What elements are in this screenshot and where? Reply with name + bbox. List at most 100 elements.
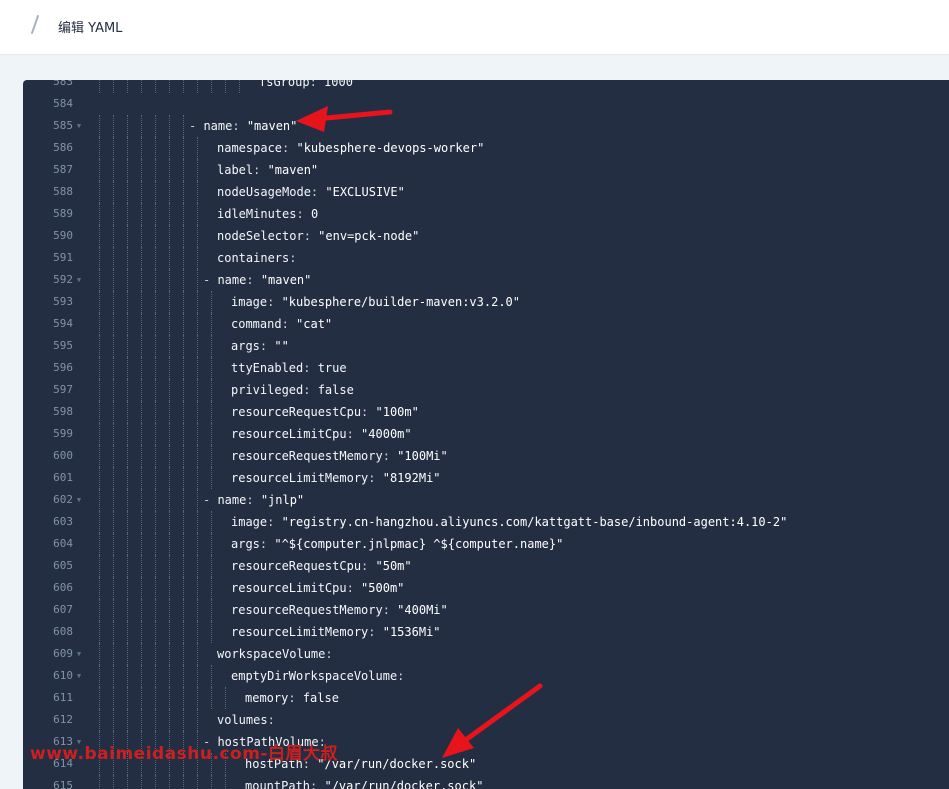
indent-guide: [113, 577, 114, 599]
indent-guide: [155, 445, 156, 467]
colon: :: [303, 383, 318, 397]
line-number: 596: [53, 361, 73, 374]
code-line[interactable]: 607 resourceRequestMemory: "400Mi": [23, 599, 949, 621]
code-line[interactable]: 608 resourceLimitMemory: "1536Mi": [23, 621, 949, 643]
code-line[interactable]: 610 ▼ emptyDirWorkspaceVolume:: [23, 665, 949, 687]
yaml-value: "": [274, 339, 289, 353]
list-dash: -: [203, 493, 218, 507]
code-line[interactable]: 593 image: "kubesphere/builder-maven:v3.2…: [23, 291, 949, 313]
code-line[interactable]: 591 containers:: [23, 247, 949, 269]
indent-guide: [113, 291, 114, 313]
code-line[interactable]: 588 nodeUsageMode: "EXCLUSIVE": [23, 181, 949, 203]
indent-guide: [127, 489, 128, 511]
indent-guide: [141, 489, 142, 511]
code-line[interactable]: 601 resourceLimitMemory: "8192Mi": [23, 467, 949, 489]
code-line[interactable]: 597 privileged: false: [23, 379, 949, 401]
code-line[interactable]: 606 resourceLimitCpu: "500m": [23, 577, 949, 599]
indent-guide: [197, 401, 198, 423]
colon: :: [259, 537, 275, 551]
fold-toggle-icon[interactable]: ▼: [75, 643, 83, 665]
indent-guide: [211, 401, 212, 423]
indent-guide: [155, 269, 156, 291]
code-line[interactable]: 602 ▼ - name: "jnlp": [23, 489, 949, 511]
indent-guide: [183, 247, 184, 269]
yaml-key: workspaceVolume: [217, 647, 326, 661]
code-text: ttyEnabled: true: [231, 357, 347, 379]
line-number: 597: [53, 383, 73, 396]
code-line[interactable]: 585 ▼ - name: "maven": [23, 115, 949, 137]
line-number: 609: [53, 647, 73, 660]
indent-guide: [127, 445, 128, 467]
indent-guide: [99, 709, 100, 731]
indent-guide: [169, 203, 170, 225]
code-line[interactable]: 599 resourceLimitCpu: "4000m": [23, 423, 949, 445]
fold-toggle-icon[interactable]: ▼: [75, 269, 83, 291]
colon: :: [259, 339, 275, 353]
code-line[interactable]: 600 resourceRequestMemory: "100Mi": [23, 445, 949, 467]
yaml-key: label: [217, 163, 254, 177]
indent-guide: [169, 467, 170, 489]
indent-guide: [155, 379, 156, 401]
indent-guide: [197, 599, 198, 621]
fold-toggle-icon[interactable]: ▼: [75, 489, 83, 511]
indent-guide: [169, 379, 170, 401]
code-line[interactable]: 609 ▼ workspaceVolume:: [23, 643, 949, 665]
indent-guide: [113, 181, 114, 203]
line-number: 586: [53, 141, 73, 154]
indent-guide: [183, 357, 184, 379]
colon: :: [267, 295, 282, 309]
indent-guide: [155, 313, 156, 335]
code-line[interactable]: 589 idleMinutes: 0: [23, 203, 949, 225]
code-line[interactable]: 604 args: "^${computer.jnlpmac} ^${comput…: [23, 533, 949, 555]
indent-guide: [169, 489, 170, 511]
indent-guide: [169, 511, 170, 533]
line-number: 592: [53, 273, 73, 286]
indent-guide: [113, 137, 114, 159]
code-line[interactable]: 611 memory: false: [23, 687, 949, 709]
code-line[interactable]: 595 args: "": [23, 335, 949, 357]
code-line[interactable]: 584: [23, 93, 949, 115]
code-line[interactable]: 603 image: "registry.cn-hangzhou.aliyuncs…: [23, 511, 949, 533]
indent-guide: [113, 533, 114, 555]
indent-guide: [99, 357, 100, 379]
colon: :: [296, 207, 311, 221]
indent-guide: [155, 80, 156, 93]
code-line[interactable]: 598 resourceRequestCpu: "100m": [23, 401, 949, 423]
indent-guide: [183, 621, 184, 643]
indent-guide: [113, 269, 114, 291]
indent-guide: [155, 401, 156, 423]
code-line[interactable]: 596 ttyEnabled: true: [23, 357, 949, 379]
code-text: resourceLimitMemory: "8192Mi": [231, 467, 441, 489]
indent-guide: [155, 665, 156, 687]
code-text: command: "cat": [231, 313, 332, 335]
code-line[interactable]: 592 ▼ - name: "maven": [23, 269, 949, 291]
colon: :: [267, 515, 282, 529]
code-line[interactable]: 587 label: "maven": [23, 159, 949, 181]
yaml-code-editor[interactable]: 583 fsGroup: 1000 584 585 ▼ - name: "maven" 58…: [23, 80, 949, 789]
indent-guide: [155, 203, 156, 225]
code-line[interactable]: 583 fsGroup: 1000: [23, 80, 949, 93]
indent-guide: [155, 775, 156, 789]
colon: :: [281, 317, 297, 331]
fold-toggle-icon[interactable]: ▼: [75, 115, 83, 137]
code-line[interactable]: 586 namespace: "kubesphere-devops-worker": [23, 137, 949, 159]
indent-guide: [169, 291, 170, 313]
yaml-key: resourceLimitCpu: [231, 427, 347, 441]
code-line[interactable]: 612 volumes:: [23, 709, 949, 731]
code-line[interactable]: 590 nodeSelector: "env=pck-node": [23, 225, 949, 247]
fold-toggle-icon[interactable]: ▼: [75, 665, 83, 687]
yaml-value: "env=pck-node": [318, 229, 420, 243]
indent-guide: [113, 335, 114, 357]
code-line[interactable]: 594 command: "cat": [23, 313, 949, 335]
indent-guide: [169, 423, 170, 445]
indent-guide: [197, 137, 198, 159]
code-line[interactable]: 605 resourceRequestCpu: "50m": [23, 555, 949, 577]
indent-guide: [183, 467, 184, 489]
line-number: 608: [53, 625, 73, 638]
code-text: image: "kubesphere/builder-maven:v3.2.0": [231, 291, 520, 313]
indent-guide: [169, 159, 170, 181]
indent-guide: [183, 159, 184, 181]
code-text: args: "": [231, 335, 289, 357]
code-line[interactable]: 615 mountPath: "/var/run/docker.sock": [23, 775, 949, 789]
indent-guide: [183, 599, 184, 621]
